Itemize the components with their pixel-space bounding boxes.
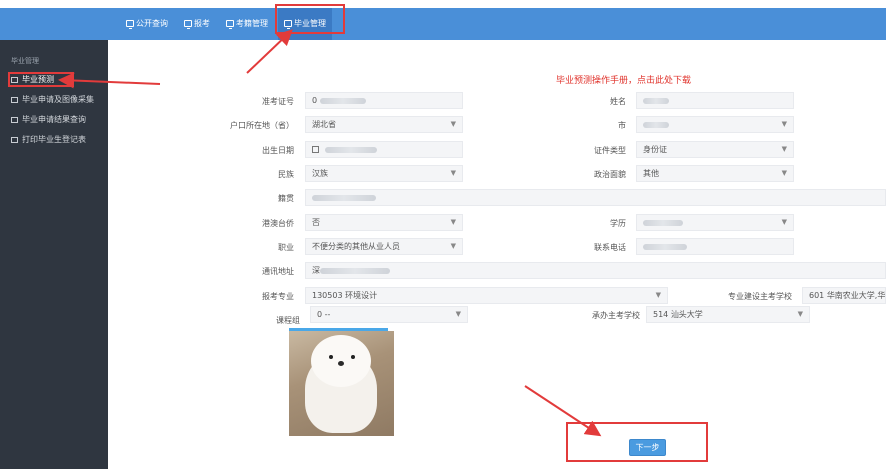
arrow-to-next xyxy=(524,385,602,437)
app-root: 公开查询 报考 考籍管理 毕业管理 毕业管理 毕业预测 毕业申请及图像采集 毕业… xyxy=(0,0,886,469)
annotation-arrows xyxy=(58,29,602,437)
arrow-to-sidebar xyxy=(58,72,161,89)
arrow-to-nav xyxy=(246,29,293,74)
